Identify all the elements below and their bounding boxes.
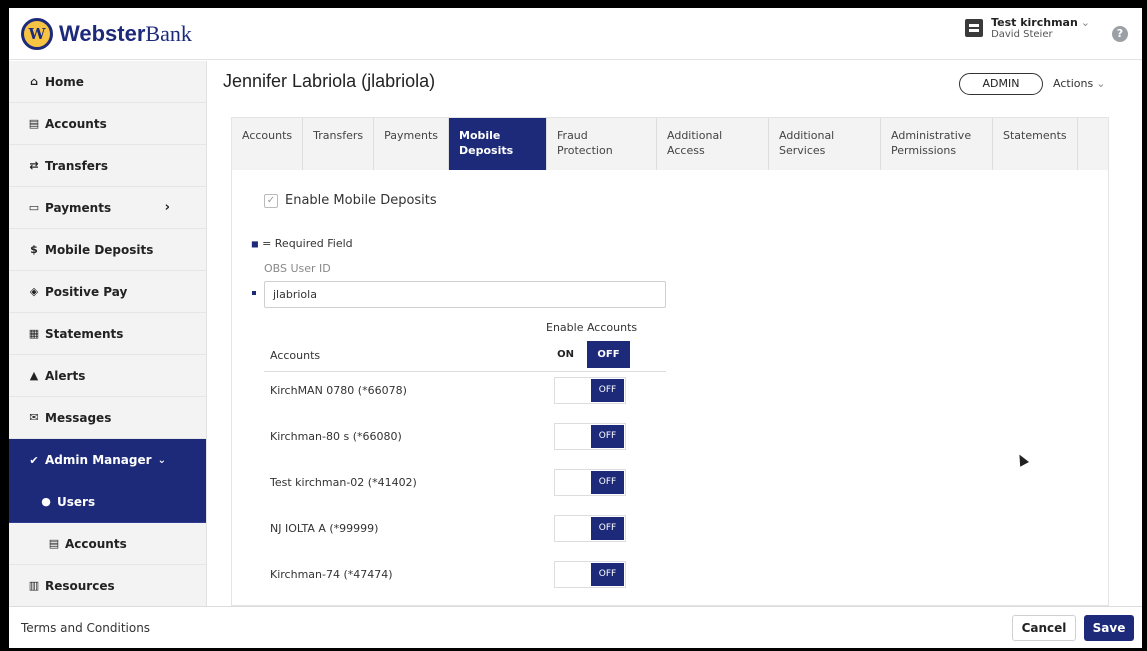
tab-fraud-protection[interactable]: Fraud Protection — [547, 118, 658, 170]
terms-and-conditions-link[interactable]: Terms and Conditions — [21, 621, 150, 635]
resources-icon: ▥ — [28, 579, 40, 592]
divider — [264, 371, 666, 372]
tab-mobile-deposits[interactable]: Mobile Deposits — [449, 118, 548, 170]
tab-additional-services[interactable]: Additional Services — [769, 118, 882, 170]
account-toggle[interactable]: OFF — [554, 377, 626, 404]
toggle-off-state: OFF — [591, 471, 624, 494]
sidebar-item-alerts[interactable]: ▲ Alerts — [9, 355, 206, 397]
account-row: Test kirchman-02 (*41402) OFF — [270, 469, 670, 499]
tab-bar: Accounts Transfers Payments Mobile Deposi… — [232, 118, 1108, 170]
enable-accounts-label: Enable Accounts — [546, 321, 638, 334]
account-name: Test kirchman-02 (*41402) — [270, 476, 417, 489]
required-marker-icon — [252, 291, 256, 295]
sidebar: ⌂ Home ▤ Accounts ⇄ Transfers ▭ Payments › $ M… — [9, 61, 207, 607]
shield-icon: ◈ — [29, 285, 39, 298]
required-marker-icon: ■ — [251, 239, 259, 249]
obs-user-id-input[interactable]: jlabriola — [264, 281, 666, 308]
top-bar: W WebsterBank Test kirchman ⌄ David Steie… — [9, 8, 1142, 60]
account-row: KirchMAN 0780 (*66078) OFF — [270, 377, 670, 407]
account-name: Kirchman-80 s (*66080) — [270, 430, 402, 443]
tab-administrative-permissions[interactable]: Administrative Permissions — [881, 118, 994, 170]
sidebar-item-admin-manager[interactable]: ✔ Admin Manager ⌄ — [9, 439, 206, 481]
document-icon: ▦ — [28, 327, 40, 340]
sidebar-item-resources[interactable]: ▥ Resources — [9, 565, 206, 607]
dollar-icon: $ — [30, 243, 38, 256]
account-name: NJ IOLTA A (*99999) — [270, 522, 379, 535]
accounts-column-header: Accounts — [270, 349, 321, 362]
sidebar-item-transfers[interactable]: ⇄ Transfers — [9, 145, 206, 187]
chevron-right-icon: › — [164, 200, 170, 215]
account-row: Kirchman-80 s (*66080) OFF — [270, 423, 670, 453]
toggle-off-state: OFF — [591, 379, 624, 402]
chevron-down-icon: ⌄ — [157, 454, 166, 466]
accounts-icon: ▤ — [28, 117, 40, 130]
main-panel: Jennifer Labriola (jlabriola) ADMIN Acti… — [208, 61, 1142, 606]
account-toggle[interactable]: OFF — [554, 423, 626, 450]
enable-all-accounts-toggle[interactable]: ON OFF — [544, 341, 639, 368]
sidebar-item-messages[interactable]: ✉ Messages — [9, 397, 206, 439]
account-name: KirchMAN 0780 (*66078) — [270, 384, 407, 397]
page-title: Jennifer Labriola (jlabriola) — [223, 71, 436, 91]
accounts-icon: ▤ — [48, 537, 60, 550]
check-circle-icon: ✔ — [29, 453, 39, 467]
account-toggle[interactable]: OFF — [554, 515, 626, 542]
logo-emblem-icon: W — [21, 18, 53, 50]
tab-transfers[interactable]: Transfers — [303, 118, 375, 170]
user-name: Test kirchman — [991, 16, 1078, 29]
account-row: NJ IOLTA A (*99999) OFF — [270, 515, 670, 545]
account-toggle[interactable]: OFF — [554, 469, 626, 496]
account-toggle[interactable]: OFF — [554, 561, 626, 588]
sidebar-item-admin-accounts[interactable]: ▤ Accounts — [9, 523, 206, 565]
envelope-icon: ✉ — [29, 411, 39, 424]
tab-payments[interactable]: Payments — [374, 118, 450, 170]
toggle-off-state: OFF — [591, 425, 624, 448]
sidebar-item-users[interactable]: ● Users — [9, 481, 206, 523]
sidebar-item-payments[interactable]: ▭ Payments › — [9, 187, 206, 229]
chevron-down-icon: ⌄ — [1096, 77, 1106, 90]
tab-accounts[interactable]: Accounts — [232, 118, 304, 170]
account-name: Kirchman-74 (*47474) — [270, 568, 393, 581]
checkbox-checked-icon: ✓ — [264, 193, 278, 208]
tab-statements[interactable]: Statements — [993, 118, 1078, 170]
all-on-button[interactable]: ON — [544, 341, 587, 368]
sidebar-item-positive-pay[interactable]: ◈ Positive Pay — [9, 271, 206, 313]
user-subtitle: David Steier — [991, 29, 1053, 40]
toggle-off-state: OFF — [591, 517, 624, 540]
all-off-button[interactable]: OFF — [587, 341, 630, 368]
tab-additional-access[interactable]: Additional Access — [657, 118, 770, 170]
sidebar-item-statements[interactable]: ▦ Statements — [9, 313, 206, 355]
actions-dropdown[interactable]: Actions ⌄ — [1053, 77, 1105, 90]
enable-mobile-deposits-checkbox[interactable]: ✓ Enable Mobile Deposits — [264, 193, 437, 208]
obs-user-id-label: OBS User ID — [264, 262, 331, 275]
save-button[interactable]: Save — [1084, 615, 1134, 641]
bottom-bar: Terms and Conditions Cancel Save — [9, 606, 1142, 648]
permissions-card: Accounts Transfers Payments Mobile Deposi… — [231, 117, 1109, 606]
user-menu[interactable]: Test kirchman ⌄ David Steier — [965, 16, 1090, 40]
webster-bank-logo[interactable]: W WebsterBank — [21, 18, 192, 50]
enable-mobile-deposits-label: Enable Mobile Deposits — [285, 193, 437, 208]
user-icon: ● — [41, 495, 51, 508]
home-icon: ⌂ — [30, 75, 38, 88]
required-field-note: ■ = Required Field — [251, 237, 353, 250]
account-row: Kirchman-74 (*47474) OFF — [270, 561, 670, 591]
toggle-off-state: OFF — [591, 563, 624, 586]
bell-icon: ▲ — [29, 369, 39, 382]
sidebar-item-mobile-deposits[interactable]: $ Mobile Deposits — [9, 229, 206, 271]
transfers-icon: ⇄ — [29, 159, 39, 172]
role-badge: ADMIN — [959, 73, 1043, 95]
logo-wordmark: WebsterBank — [59, 21, 192, 46]
app-window: W WebsterBank Test kirchman ⌄ David Steie… — [9, 8, 1142, 648]
sidebar-item-accounts[interactable]: ▤ Accounts — [9, 103, 206, 145]
payments-icon: ▭ — [28, 201, 40, 214]
sidebar-item-home[interactable]: ⌂ Home — [9, 61, 206, 103]
help-icon[interactable]: ? — [1112, 26, 1128, 42]
chevron-down-icon: ⌄ — [1080, 16, 1090, 29]
cancel-button[interactable]: Cancel — [1012, 615, 1076, 641]
profile-card-icon — [965, 19, 984, 37]
